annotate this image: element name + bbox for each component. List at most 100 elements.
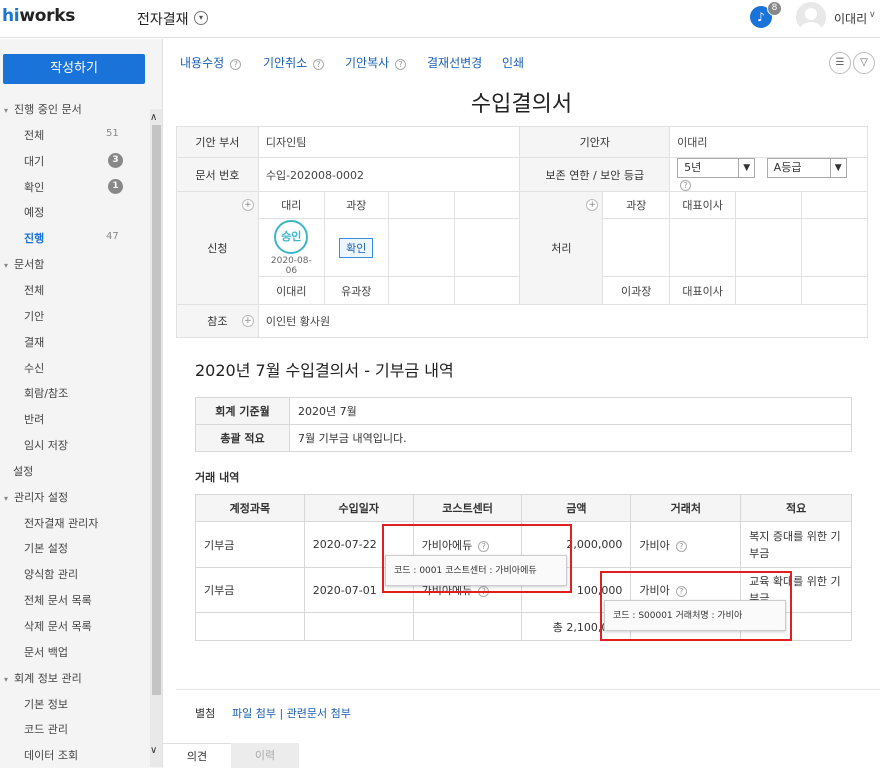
scroll-down-icon[interactable]: ∨ <box>150 745 157 756</box>
sidebar-item[interactable]: 기본 정보 <box>24 696 68 714</box>
retention-select[interactable]: 5년 ▼ <box>677 158 756 178</box>
sidebar-item[interactable]: 설정 <box>13 463 33 481</box>
tx-header: 적요 <box>740 494 852 522</box>
print-button[interactable]: 인쇄 <box>502 54 524 71</box>
caret-down-icon: ▾ <box>4 261 9 271</box>
hiworks-logo[interactable]: hiworks <box>2 6 75 26</box>
sidebar-item[interactable]: 기본 설정 <box>24 540 68 558</box>
change-approval-line-button[interactable]: 결재선변경 <box>427 54 482 71</box>
tx-header: 수입일자 <box>303 494 414 522</box>
approved-stamp: 승인 <box>274 219 309 254</box>
sidebar-item[interactable]: 문서 백업 <box>24 644 68 662</box>
sidebar-item-label: 삭제 문서 목록 <box>24 620 92 633</box>
sidebar-scroll-thumb[interactable] <box>152 125 161 695</box>
help-icon[interactable]: ? <box>230 59 242 70</box>
process-name-1: 이과장 <box>602 276 671 305</box>
sidebar-item[interactable]: ▾ 회계 정보 관리 <box>4 670 82 688</box>
sidebar-item-label: 전체 <box>24 283 45 297</box>
content-subtitle: 2020년 7월 수입결의서 - 기부금 내역 <box>195 361 454 380</box>
sidebar-item[interactable]: 전체 <box>24 127 44 145</box>
sidebar-item[interactable]: 삭제 문서 목록 <box>24 618 92 636</box>
sidebar-item[interactable]: 수신 <box>24 360 44 378</box>
sidebar-item[interactable]: 양식함 관리 <box>24 566 78 584</box>
help-icon[interactable]: ? <box>675 540 687 552</box>
sidebar-item[interactable]: 결재 <box>24 334 44 352</box>
sidebar-item[interactable]: 데이터 조회 <box>24 747 78 765</box>
tab-opinion[interactable]: 의견 <box>163 743 231 768</box>
chevron-down-icon[interactable]: ▾ <box>194 11 208 25</box>
security-select[interactable]: A등급 ▼ <box>766 158 847 178</box>
app-title[interactable]: 전자결재 <box>137 9 189 29</box>
doc-no-label: 문서 번호 <box>176 157 259 192</box>
tab-history[interactable]: 이력 <box>231 743 299 768</box>
sidebar-item-label: 회계 정보 관리 <box>14 671 82 685</box>
caret-down-icon: ▾ <box>4 106 9 115</box>
sidebar-item[interactable]: 대기 <box>24 153 44 171</box>
sidebar-item[interactable]: 진행 <box>24 230 44 248</box>
sidebar-item[interactable]: 전자결재 관리자 <box>24 515 98 533</box>
list-icon[interactable]: ☰ <box>829 52 851 74</box>
sidebar-item[interactable]: 코드 관리 <box>24 721 68 739</box>
sidebar-item[interactable]: 기안 <box>24 308 44 326</box>
sidebar-item-count: 51 <box>106 127 119 139</box>
tx-account: 기부금 <box>195 567 305 613</box>
tx-header: 금액 <box>521 494 632 522</box>
sidebar-item[interactable]: 전체 문서 목록 <box>24 592 92 610</box>
summary-table: 회계 기준월 2020년 7월 총괄 적요 7월 기부금 내역입니다. <box>195 397 852 452</box>
apply-role-2: 과장 <box>323 191 389 219</box>
help-icon[interactable]: ? <box>680 180 692 191</box>
tx-memo: 복지 증대를 위한 기부금 <box>740 521 852 568</box>
edit-content-button[interactable]: 내용수정? <box>180 54 242 71</box>
sidebar-item[interactable]: 반려 <box>24 411 44 429</box>
process-role-4 <box>801 191 868 219</box>
help-icon[interactable]: ? <box>313 59 325 70</box>
doc-no-value: 수입-202008-0002 <box>257 157 521 192</box>
add-approver-icon[interactable]: + <box>241 199 254 211</box>
sidebar-item[interactable]: 임시 저장 <box>24 437 68 455</box>
cancel-draft-label[interactable]: 기안취소 <box>263 56 307 70</box>
cancel-draft-button[interactable]: 기안취소? <box>263 54 325 71</box>
user-name[interactable]: 이대리 <box>834 10 867 27</box>
sidebar-item-label: 확인 <box>24 180 45 194</box>
sidebar-item-badge: 3 <box>108 152 123 168</box>
empty-cell <box>412 612 523 641</box>
chevron-down-icon[interactable]: ▽ <box>853 52 875 74</box>
sidebar-item[interactable]: 확인 <box>24 179 44 197</box>
security-select-value: A등급 <box>773 161 802 174</box>
sidebar-item[interactable]: 전체 <box>24 282 44 300</box>
attachment-links[interactable]: 파일 첨부 | 관련문서 첨부 <box>232 705 351 721</box>
edit-content-label[interactable]: 내용수정 <box>180 56 224 70</box>
sidebar-item[interactable]: 예정 <box>24 204 44 222</box>
sidebar-item[interactable]: ▾ 진행 중인 문서 <box>4 101 82 119</box>
sidebar-item[interactable]: 회람/참조 <box>24 385 68 403</box>
copy-draft-button[interactable]: 기안복사? <box>345 54 407 71</box>
scroll-up-icon[interactable]: ∧ <box>150 112 157 123</box>
sidebar-item-count: 47 <box>106 231 119 243</box>
approval-stamp-cell: 승인 2020-08-06 <box>257 218 325 277</box>
compose-button[interactable]: 작성하기 <box>3 54 145 84</box>
sidebar-item[interactable]: ▾ 관리자 설정 <box>4 489 68 507</box>
copy-draft-label[interactable]: 기안복사 <box>345 56 389 70</box>
summary-value: 7월 기부금 내역입니다. <box>289 424 852 452</box>
process-role-3 <box>735 191 802 219</box>
process-name-2: 대표이사 <box>669 276 737 305</box>
avatar[interactable] <box>796 2 826 32</box>
add-processor-icon[interactable]: + <box>586 199 599 211</box>
user-menu-chevron-icon[interactable]: ∨ <box>869 10 876 20</box>
confirm-button[interactable]: 확인 <box>339 237 374 258</box>
sidebar-item-label: 임시 저장 <box>24 439 68 453</box>
draft-dept-value: 디자인팀 <box>257 126 521 158</box>
sidebar-item-label: 전체 <box>24 128 45 142</box>
transactions-label: 거래 내역 <box>195 471 240 484</box>
process-label: 처리 <box>551 242 572 255</box>
tx-header: 계정과목 <box>195 494 305 522</box>
confirm-cell: 확인 <box>323 218 389 277</box>
tx-vendor-cell: 가비아? <box>630 521 742 568</box>
empty-sign-cell <box>453 218 521 277</box>
help-icon[interactable]: ? <box>395 59 407 70</box>
sidebar-item-label: 예정 <box>24 206 45 220</box>
add-reference-icon[interactable]: + <box>241 315 254 327</box>
sidebar-item[interactable]: ▾ 문서함 <box>4 256 44 274</box>
sidebar-item-label: 기본 설정 <box>24 542 68 556</box>
chevron-down-icon: ▼ <box>738 159 754 177</box>
